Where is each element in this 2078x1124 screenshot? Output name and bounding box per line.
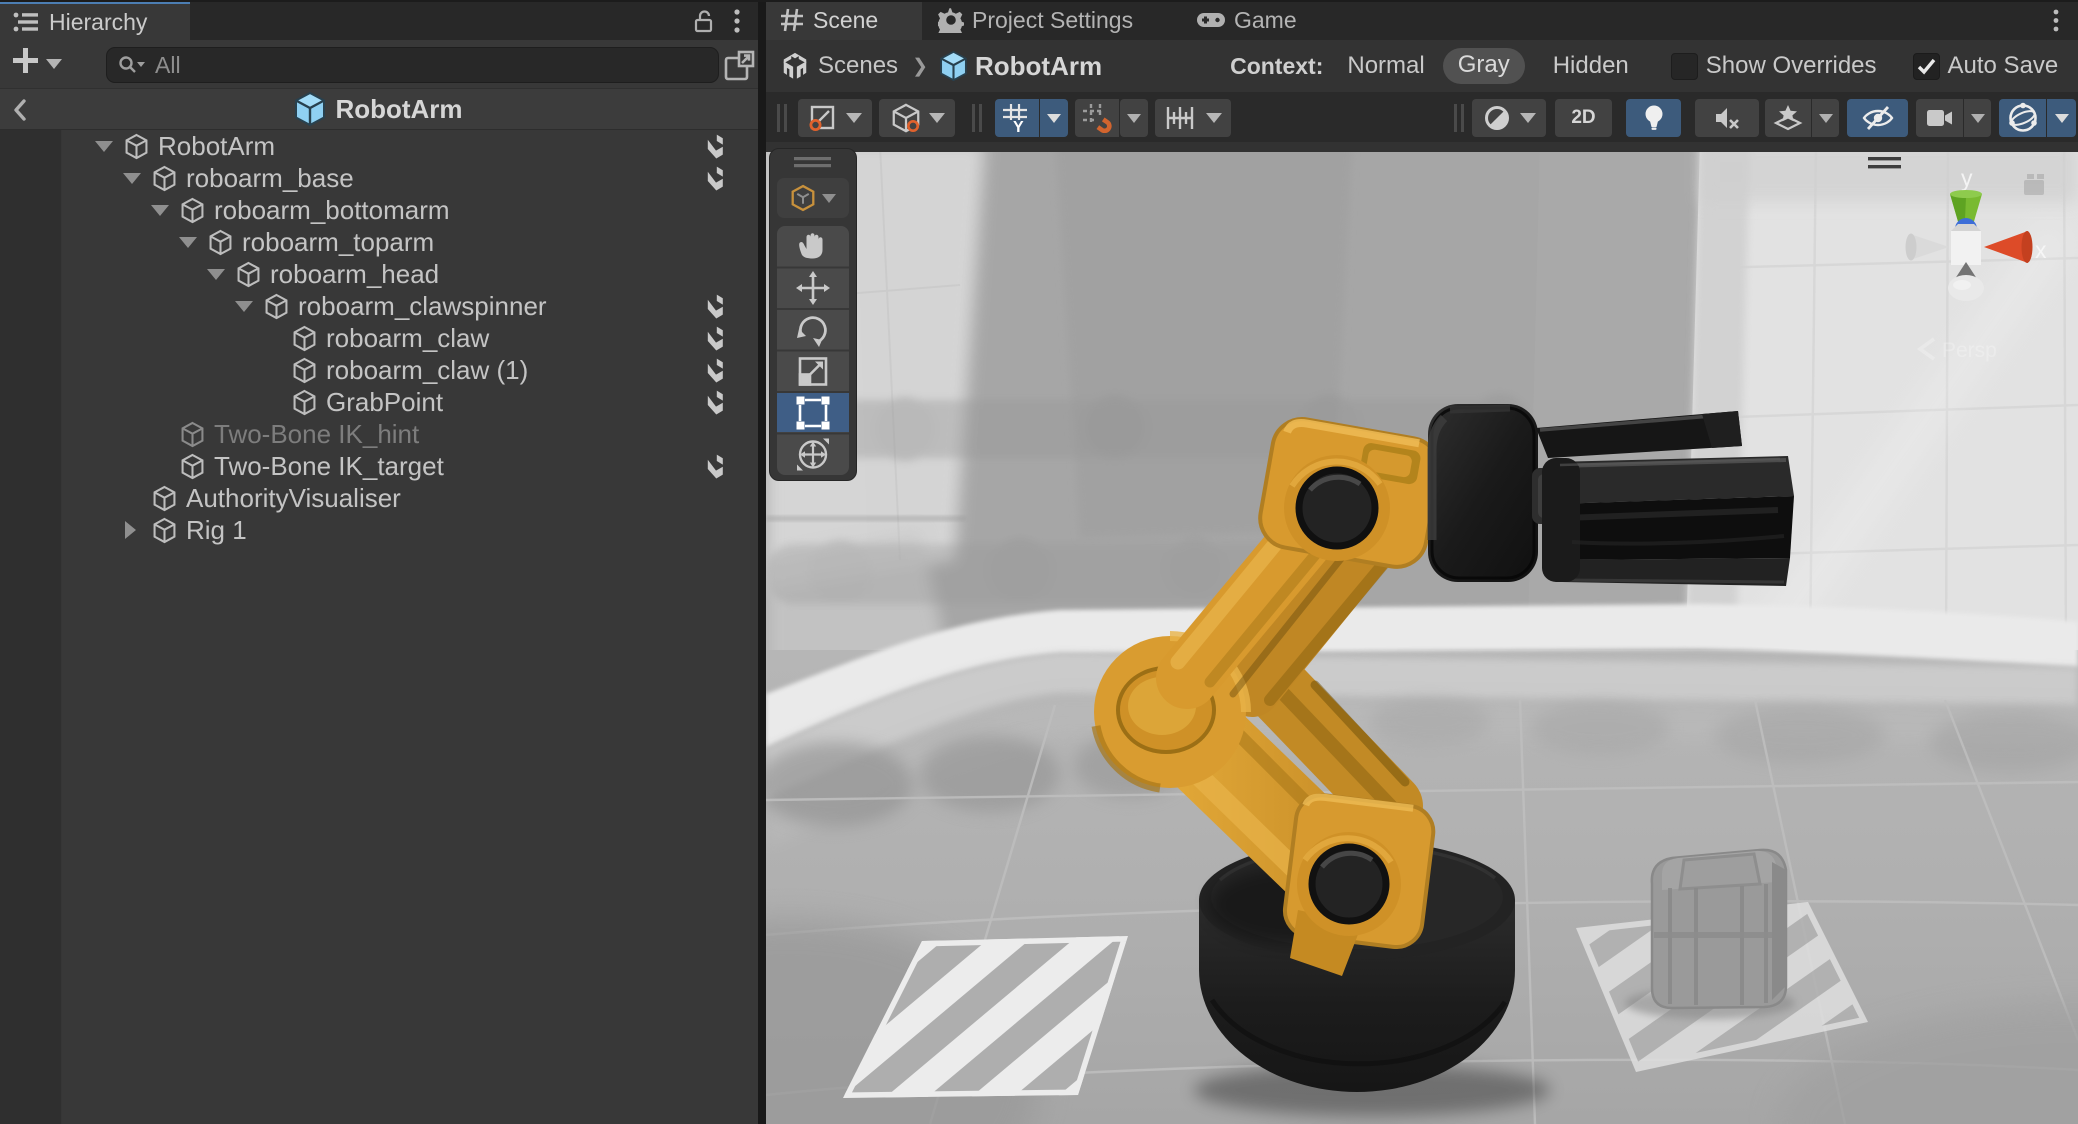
svg-text:Persp: Persp <box>1942 339 1997 362</box>
svg-text:x: x <box>2035 237 2047 263</box>
svg-text:Y: Y <box>1013 119 1024 134</box>
svg-text:y: y <box>1961 165 1973 191</box>
